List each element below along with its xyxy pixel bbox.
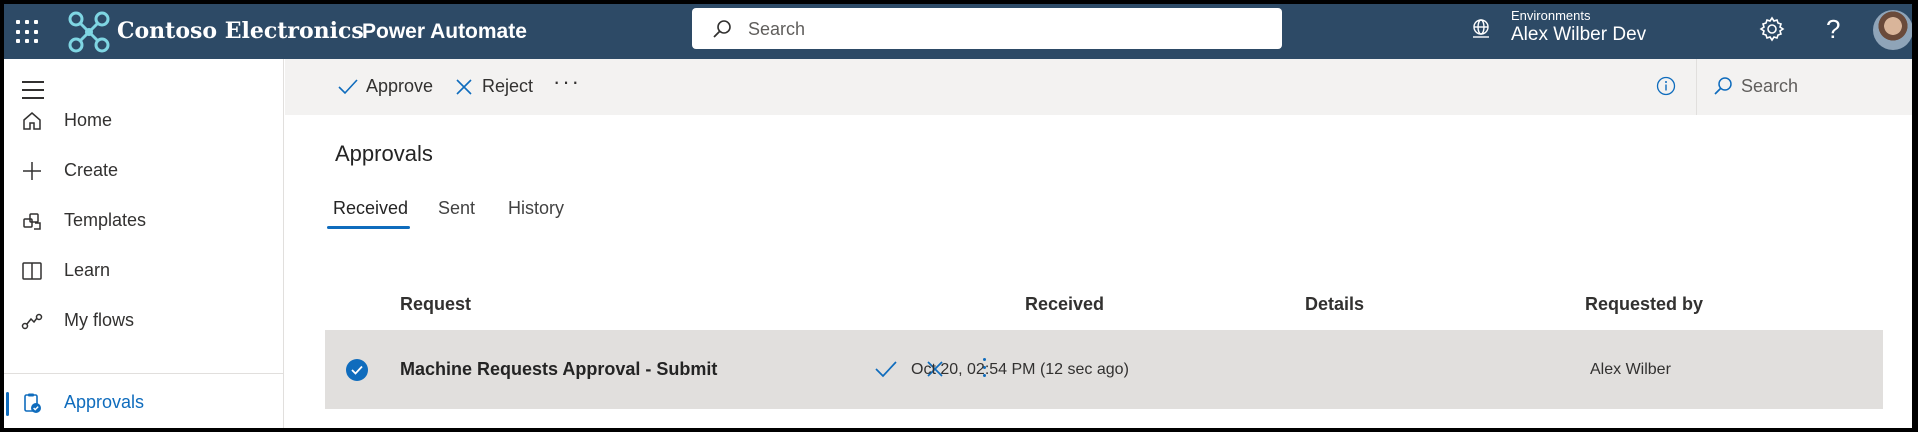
templates-icon <box>23 213 41 230</box>
nav-item-label: My flows <box>64 310 135 330</box>
tab-history[interactable]: History <box>508 198 564 219</box>
nav-item-label: Learn <box>64 260 111 280</box>
active-indicator <box>6 392 9 416</box>
nav-item-label: Create <box>64 160 119 180</box>
row-approve-icon[interactable] <box>875 360 897 378</box>
home-icon <box>23 112 41 130</box>
close-icon <box>456 79 472 95</box>
search-icon <box>1714 77 1732 95</box>
checkmark-icon <box>338 79 358 95</box>
reject-label: Reject <box>482 76 534 96</box>
nav-item-label: Home <box>64 110 113 130</box>
user-avatar[interactable] <box>1873 10 1912 50</box>
nav-item-label: Templates <box>64 210 147 230</box>
page-title: Approvals <box>335 141 433 166</box>
contoso-logo-icon <box>68 11 110 53</box>
help-icon[interactable]: ? <box>1826 14 1840 45</box>
search-icon <box>713 20 731 38</box>
app-launcher-icon[interactable] <box>16 20 40 44</box>
flows-icon <box>21 313 43 330</box>
book-icon <box>22 262 42 280</box>
search-placeholder: Search <box>1741 76 1799 96</box>
info-icon[interactable] <box>1656 76 1676 96</box>
nav-item-my-flows[interactable]: My flows <box>4 300 284 342</box>
global-search-input[interactable]: Search <box>692 8 1282 49</box>
app-name[interactable]: Power Automate <box>362 20 527 44</box>
list-search-input[interactable]: Search <box>1713 76 1798 101</box>
table-row[interactable]: Machine Requests Approval - Submit Oct 2… <box>325 330 1883 409</box>
command-bar: Approve Reject ··· Search <box>285 59 1912 115</box>
org-name[interactable]: Contoso Electronics <box>117 18 364 44</box>
tab-received[interactable]: Received <box>333 198 408 219</box>
received-time: Oct 20, 02:54 PM (12 sec ago) <box>911 361 1129 378</box>
nav-item-learn[interactable]: Learn <box>4 250 284 292</box>
command-bar-divider <box>1696 59 1697 115</box>
column-header-received[interactable]: Received <box>1025 294 1104 315</box>
nav-item-create[interactable]: Create <box>4 150 284 192</box>
nav-item-templates[interactable]: Templates <box>4 200 284 242</box>
approve-label: Approve <box>366 76 434 96</box>
top-header: Contoso Electronics Power Automate Searc… <box>4 4 1912 59</box>
row-selected-checkbox[interactable] <box>346 359 368 381</box>
more-options-icon[interactable]: ··· <box>553 69 581 95</box>
request-title[interactable]: Machine Requests Approval - Submit <box>400 359 717 380</box>
requested-by: Alex Wilber <box>1590 361 1671 378</box>
nav-item-approvals[interactable]: Approvals <box>4 382 284 424</box>
column-header-details[interactable]: Details <box>1305 294 1364 315</box>
column-header-request[interactable]: Request <box>400 294 471 315</box>
approvals-icon <box>24 393 41 413</box>
checkmark-icon <box>351 365 363 375</box>
environment-globe-icon[interactable] <box>1470 18 1492 40</box>
left-navigation: Home Create Templates Learn My flows App… <box>4 59 284 428</box>
active-tab-indicator <box>327 226 410 229</box>
environment-name[interactable]: Alex Wilber Dev <box>1511 24 1646 46</box>
nav-item-home[interactable]: Home <box>4 100 284 142</box>
nav-item-label: Approvals <box>64 392 145 412</box>
search-placeholder: Search <box>748 19 806 39</box>
environments-label: Environments <box>1511 8 1591 23</box>
settings-gear-icon[interactable] <box>1759 16 1785 42</box>
plus-icon <box>23 162 41 180</box>
app-window: Contoso Electronics Power Automate Searc… <box>4 4 1912 428</box>
nav-divider <box>4 373 284 374</box>
tab-sent[interactable]: Sent <box>438 198 475 219</box>
column-header-requested-by[interactable]: Requested by <box>1585 294 1703 315</box>
